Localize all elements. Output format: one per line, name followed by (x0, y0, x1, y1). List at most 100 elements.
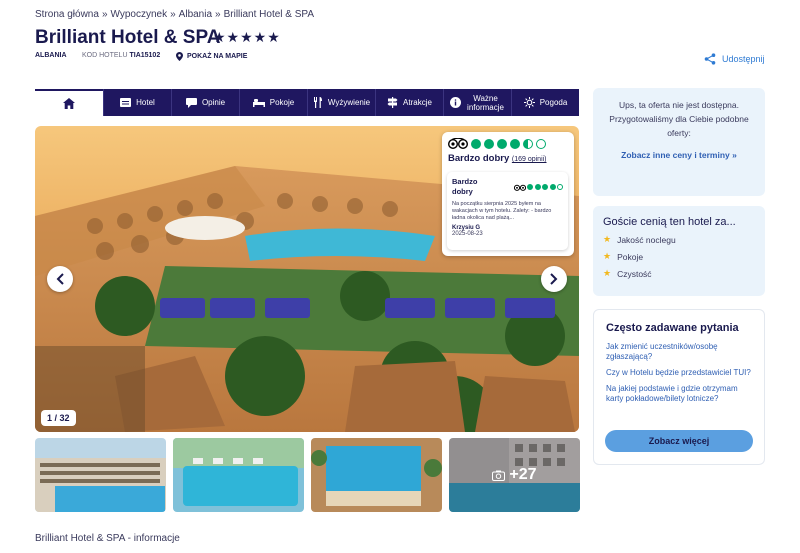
tab-wazne-informacje[interactable]: Ważne informacje (443, 89, 511, 116)
rating-summary: Bardzo dobry (169 opinii) (448, 153, 568, 164)
rating-dot (484, 138, 494, 149)
bed-icon (252, 99, 265, 107)
show-on-map-link[interactable]: POKAŻ NA MAPIE (176, 52, 247, 61)
latest-review[interactable]: Bardzo dobry Na początku sierpnia 2025 b… (447, 172, 568, 250)
faq-panel: Często zadawane pytania Jak zmienić ucze… (593, 309, 765, 465)
chevron-left-icon (56, 273, 64, 285)
small-rating-dot (542, 184, 548, 190)
breadcrumb: Strona główna» Wypoczynek» Albania» Brillia… (35, 9, 314, 20)
tripadvisor-owl-icon (448, 138, 468, 149)
guest-highlight-label: Pokoje (617, 251, 644, 262)
tab-opinie-label: Opinie (201, 98, 226, 107)
hotel-country: ALBANIA (35, 52, 67, 59)
rating-dot-half (523, 138, 533, 149)
signpost-icon (387, 97, 398, 108)
hotel-code-label: KOD HOTELU (82, 52, 128, 59)
sun-icon (523, 97, 535, 108)
share-label: Udostępnij (722, 54, 765, 64)
more-photos-overlay: +27 (449, 438, 580, 512)
hotel-info-heading: Brilliant Hotel & SPA - informacje (35, 533, 180, 544)
breadcrumb-hotel: Brilliant Hotel & SPA (223, 9, 314, 20)
guest-highlight-item: ★ Czystość (603, 268, 755, 279)
guest-highlights-title: Goście cenią ten hotel za... (603, 216, 736, 228)
breadcrumb-home[interactable]: Strona główna (35, 9, 99, 20)
tab-atrakcje[interactable]: Atrakcje (375, 89, 443, 116)
other-offers-link[interactable]: Zobacz inne ceny i terminy » (605, 150, 753, 160)
rating-dot-empty (536, 138, 546, 149)
camera-icon (492, 470, 506, 481)
tab-wyzywienie[interactable]: Wyżywienie (307, 89, 375, 116)
aerial-pool-thumbnail-image (311, 438, 442, 512)
more-photos-count: +27 (509, 466, 537, 483)
hotel-code: KOD HOTELU TIA15102 (82, 52, 160, 59)
tab-home[interactable] (35, 89, 103, 116)
gallery-prev-button[interactable] (47, 266, 73, 292)
rating-label: Bardzo dobry (448, 153, 510, 164)
tab-hotel-label: Hotel (136, 98, 155, 107)
gallery-thumbnail[interactable] (35, 438, 166, 512)
hotel-stars: ★★★★★ (213, 29, 281, 45)
guest-highlight-label: Jakość noclegu (617, 234, 676, 245)
share-icon (704, 53, 716, 65)
faq-question-link[interactable]: Na jakiej podstawie i gdzie otrzymam kar… (606, 384, 752, 404)
hotel-code-value: TIA15102 (129, 52, 161, 59)
map-pin-icon (176, 52, 183, 61)
tab-pogoda-label: Pogoda (539, 98, 568, 107)
show-on-map-label: POKAŻ NA MAPIE (187, 53, 248, 60)
star-icon: ★ (603, 234, 612, 244)
beach-thumbnail-image (35, 438, 166, 512)
breadcrumb-wypoczynek[interactable]: Wypoczynek (111, 9, 168, 20)
speech-bubble-icon (185, 97, 197, 108)
guest-highlight-label: Czystość (617, 268, 652, 279)
tripadvisor-rating-card[interactable]: Bardzo dobry (169 opinii) Bardzo dobry N… (442, 132, 574, 256)
small-rating-dot (549, 184, 556, 190)
rating-dot (471, 138, 481, 149)
tripadvisor-owl-icon (513, 184, 526, 191)
tab-pokoje-label: Pokoje (269, 98, 295, 107)
tripadvisor-rating-row (448, 138, 568, 149)
tab-wyzywienie-label: Wyżywienie (327, 98, 371, 107)
small-rating-dot-empty (557, 184, 563, 190)
guest-highlight-item: ★ Jakość noclegu (603, 234, 755, 245)
gallery-thumbnail[interactable] (173, 438, 304, 512)
gallery-thumbnail[interactable] (311, 438, 442, 512)
review-count-link[interactable]: (169 opinii) (512, 156, 547, 163)
offer-unavailable-message: Ups, ta oferta nie jest dostępna. Przygo… (609, 100, 749, 138)
bed-card-icon (120, 98, 132, 107)
gallery-counter: 1 / 32 (41, 410, 76, 426)
tab-opinie[interactable]: Opinie (171, 89, 239, 116)
cutlery-icon (313, 97, 322, 108)
guest-highlight-item: ★ Pokoje (603, 251, 755, 262)
tab-atrakcje-label: Atrakcje (403, 98, 432, 107)
home-icon (63, 98, 75, 109)
rating-dot (510, 138, 520, 149)
hotel-tabs: Hotel Opinie Pokoje Wyżywienie Atrakcje … (35, 89, 579, 116)
page-title: Brilliant Hotel & SPA (35, 27, 221, 48)
review-rating-label: Bardzo dobry (452, 177, 478, 196)
tab-pokoje[interactable]: Pokoje (239, 89, 307, 116)
review-date: 2025-08-23 (452, 231, 483, 237)
rating-dot (497, 138, 507, 149)
review-rating-dots (513, 177, 563, 197)
review-text: Na początku sierpnia 2025 byłem na wakac… (452, 201, 552, 221)
star-icon: ★ (603, 251, 612, 261)
faq-question-link[interactable]: Jak zmienić uczestników/osobę zgłaszając… (606, 342, 752, 362)
offer-unavailable-panel: Ups, ta oferta nie jest dostępna. Przygo… (593, 88, 765, 196)
tab-pogoda[interactable]: Pogoda (511, 89, 579, 116)
gallery-thumbnail-more[interactable]: +27 (449, 438, 580, 512)
share-button[interactable]: Udostępnij (704, 53, 765, 65)
breadcrumb-albania[interactable]: Albania (179, 9, 212, 20)
small-rating-dot (534, 184, 541, 190)
tab-wazne-informacje-label: Ważne informacje (467, 93, 504, 112)
star-icon: ★ (603, 268, 612, 278)
faq-title: Często zadawane pytania (606, 322, 739, 334)
faq-question-link[interactable]: Czy w Hotelu będzie przedstawiciel TUI? (606, 368, 752, 378)
info-icon (449, 97, 461, 108)
small-rating-dot (527, 184, 533, 190)
tab-hotel[interactable]: Hotel (103, 89, 171, 116)
gallery-next-button[interactable] (541, 266, 567, 292)
chevron-right-icon (550, 273, 558, 285)
guest-highlights-panel: Goście cenią ten hotel za... ★ Jakość noc… (593, 206, 765, 296)
pool-thumbnail-image (173, 438, 304, 512)
faq-see-more-button[interactable]: Zobacz więcej (605, 430, 753, 452)
